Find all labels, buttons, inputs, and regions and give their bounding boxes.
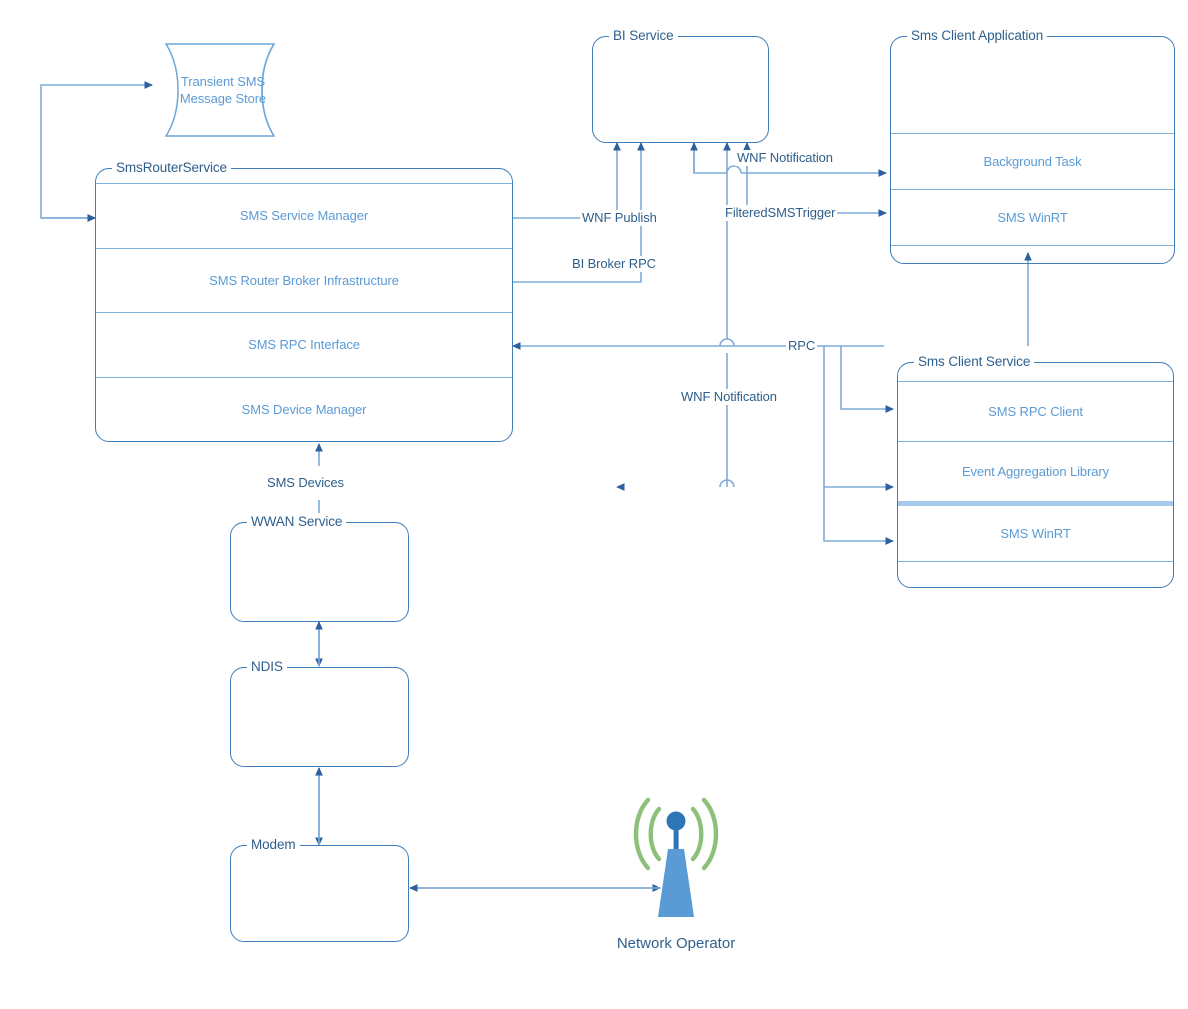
container-sms-router-service[interactable]: SmsRouterService SMS Service Manager SMS…: [95, 159, 513, 442]
row-sms-device-manager[interactable]: SMS Device Manager: [96, 376, 512, 442]
row-scs-header: [898, 363, 1173, 381]
container-wwan-service[interactable]: WWAN Service: [230, 513, 409, 622]
rows-sms-client-application: Background Task SMS WinRT: [891, 37, 1174, 263]
label-rpc: RPC: [786, 338, 818, 354]
container-title-wwan-service: WWAN Service: [247, 513, 347, 531]
row-client-app-sms-winrt[interactable]: SMS WinRT: [891, 189, 1174, 245]
container-title-modem: Modem: [247, 836, 300, 854]
label-bi-broker-rpc: BI Broker RPC: [570, 256, 658, 272]
rows-sms-router-service: SMS Service Manager SMS Router Broker In…: [96, 169, 512, 441]
container-title-ndis: NDIS: [247, 658, 287, 676]
wire-rpc-branch-eventagg-2: [823, 346, 895, 491]
row-client-service-sms-winrt[interactable]: SMS WinRT: [898, 501, 1173, 561]
label-wnf-notification-top: WNF Notification: [735, 150, 835, 166]
container-ndis[interactable]: NDIS: [230, 658, 409, 767]
label-filtered-sms-trigger: FilteredSMSTrigger: [723, 205, 838, 221]
row-event-aggregation-library[interactable]: Event Aggregation Library: [898, 441, 1173, 501]
wire-rpc-branch-eventagg: [617, 346, 824, 487]
line-hop-rpc-cross: [719, 338, 735, 347]
network-operator-caption: Network Operator: [616, 935, 736, 952]
wire-rpc-branch-rpcclient: [840, 346, 895, 413]
row-sca-header: [891, 37, 1174, 133]
wire-rpc-branch-winrt: [823, 487, 895, 545]
datastore-label-line2: Message Store: [179, 91, 267, 106]
row-sms-router-broker-infrastructure[interactable]: SMS Router Broker Infrastructure: [96, 247, 512, 313]
label-wnf-publish: WNF Publish: [580, 210, 659, 226]
line-hop-eventagg-cross: [719, 479, 735, 488]
row-scs-footer: [898, 561, 1173, 587]
container-sms-client-application[interactable]: Sms Client Application Background Task S…: [890, 27, 1175, 264]
datastore-label: Transient SMS Message Store: [152, 73, 294, 107]
diagram-canvas: Transient SMS Message Store SmsRouterSer…: [0, 0, 1188, 1009]
transient-sms-message-store: Transient SMS Message Store: [152, 42, 294, 138]
container-sms-client-service[interactable]: Sms Client Service SMS RPC Client Event …: [897, 353, 1174, 588]
label-sms-devices: SMS Devices: [265, 475, 346, 491]
datastore-label-line1: Transient SMS: [180, 74, 266, 89]
row-background-task[interactable]: Background Task: [891, 133, 1174, 189]
rows-sms-client-service: SMS RPC Client Event Aggregation Library…: [898, 363, 1173, 587]
row-sms-rpc-client[interactable]: SMS RPC Client: [898, 381, 1173, 441]
row-sca-footer: [891, 245, 1174, 263]
cell-tower-icon: [633, 797, 719, 917]
line-hop-wnf-top: [726, 165, 742, 174]
container-title-bi-service: BI Service: [609, 27, 678, 45]
container-modem[interactable]: Modem: [230, 836, 409, 942]
label-wnf-notification-mid: WNF Notification: [679, 389, 779, 405]
row-srs-header: [96, 169, 512, 183]
row-sms-rpc-interface[interactable]: SMS RPC Interface: [96, 312, 512, 377]
container-bi-service[interactable]: BI Service: [592, 27, 769, 143]
network-operator: Network Operator: [617, 793, 735, 953]
wire-wnf-publish: [513, 141, 621, 219]
row-sms-service-manager[interactable]: SMS Service Manager: [96, 183, 512, 248]
